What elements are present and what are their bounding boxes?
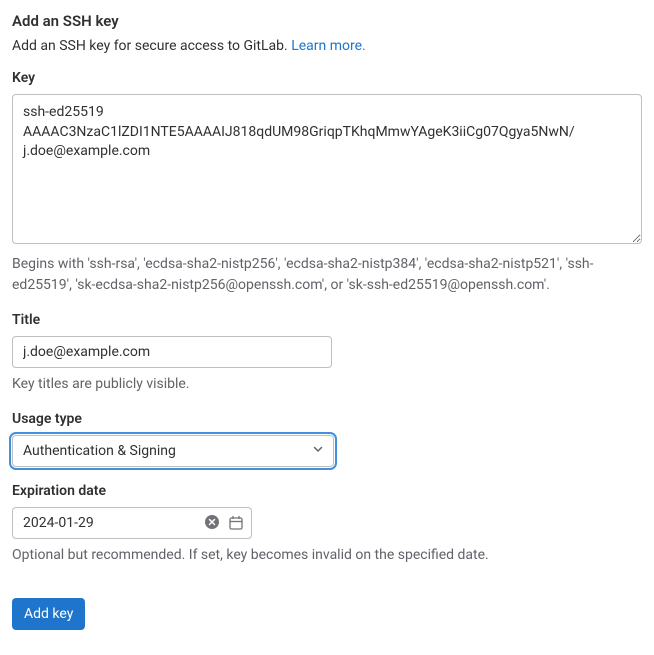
- page-heading: Add an SSH key: [12, 12, 642, 30]
- title-input[interactable]: [12, 336, 332, 368]
- usage-type-label: Usage type: [12, 411, 642, 427]
- clear-date-button[interactable]: [204, 514, 220, 533]
- expiration-date-label: Expiration date: [12, 483, 642, 499]
- key-textarea[interactable]: ssh-ed25519 AAAAC3NzaC1lZDI1NTE5AAAAIJ81…: [12, 94, 642, 244]
- description-text: Add an SSH key for secure access to GitL…: [12, 38, 291, 54]
- title-help-text: Key titles are publicly visible.: [12, 374, 642, 395]
- close-circle-icon: [204, 514, 220, 533]
- key-help-text: Begins with 'ssh-rsa', 'ecdsa-sha2-nistp…: [12, 254, 642, 296]
- key-label: Key: [12, 70, 642, 86]
- calendar-icon[interactable]: [228, 515, 244, 531]
- usage-type-select[interactable]: Authentication & Signing: [12, 435, 334, 467]
- title-label: Title: [12, 312, 642, 328]
- add-key-button[interactable]: Add key: [12, 598, 85, 630]
- page-description: Add an SSH key for secure access to GitL…: [12, 38, 642, 54]
- expiration-help-text: Optional but recommended. If set, key be…: [12, 545, 642, 566]
- learn-more-link[interactable]: Learn more.: [291, 38, 366, 54]
